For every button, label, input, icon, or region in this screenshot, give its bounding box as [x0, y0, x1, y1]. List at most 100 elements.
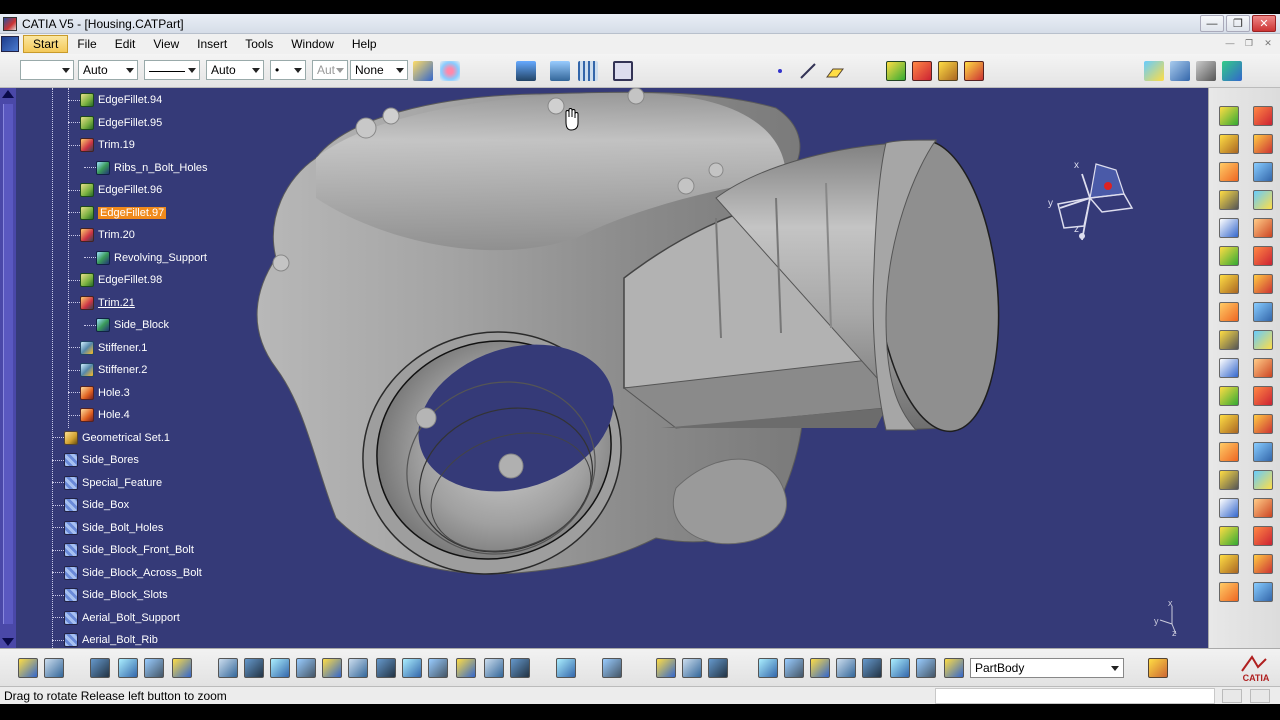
translate-icon[interactable] — [1219, 386, 1239, 406]
close-button[interactable]: ✕ — [1252, 15, 1276, 32]
pad-icon[interactable] — [886, 61, 906, 81]
shaft-icon[interactable] — [1219, 134, 1239, 154]
painter-icon[interactable] — [413, 61, 433, 81]
active-body-select[interactable]: PartBody — [970, 658, 1124, 678]
zoom-in-icon[interactable] — [322, 658, 342, 678]
draft-icon[interactable] — [1219, 274, 1239, 294]
properties-icon[interactable] — [440, 61, 460, 81]
constraint-icon[interactable] — [1219, 554, 1239, 574]
tree-node[interactable]: Trim.19 — [68, 136, 135, 154]
pocket-icon[interactable] — [1253, 106, 1273, 126]
comment-icon[interactable] — [44, 658, 64, 678]
edges-icon[interactable] — [510, 658, 530, 678]
doc-restore-button[interactable]: ❐ — [1241, 36, 1257, 50]
remove-icon[interactable] — [1219, 498, 1239, 518]
tree-node[interactable]: Special_Feature — [52, 474, 162, 492]
swap-icon[interactable] — [602, 658, 622, 678]
measure-icon[interactable] — [708, 658, 728, 678]
groove-icon[interactable] — [964, 61, 984, 81]
aut-select[interactable]: Aut — [312, 60, 348, 80]
iso-view-icon[interactable] — [402, 658, 422, 678]
fit-all-icon[interactable] — [613, 61, 633, 81]
sketch-icon[interactable] — [1219, 582, 1239, 602]
menu-insert[interactable]: Insert — [188, 34, 236, 54]
shell-icon[interactable] — [1253, 274, 1273, 294]
scroll-down-icon[interactable] — [2, 638, 14, 646]
tree-node[interactable]: Revolving_Support — [84, 249, 207, 267]
zoom-out-icon[interactable] — [348, 658, 368, 678]
tree-node[interactable]: Geometrical Set.1 — [52, 429, 170, 447]
pattern-icon[interactable] — [1219, 442, 1239, 462]
hole-icon[interactable] — [1219, 162, 1239, 182]
menu-window[interactable]: Window — [282, 34, 343, 54]
groove-icon[interactable] — [1253, 134, 1273, 154]
chamfer-icon[interactable] — [1253, 246, 1273, 266]
fillet-icon[interactable] — [1219, 246, 1239, 266]
catalog-icon[interactable] — [144, 658, 164, 678]
fit-icon[interactable] — [172, 658, 192, 678]
tree-node[interactable]: Side_Box — [52, 496, 129, 514]
status-button-2[interactable] — [1250, 689, 1270, 703]
shading-icon[interactable] — [484, 658, 504, 678]
tree-node[interactable]: EdgeFillet.94 — [68, 91, 162, 109]
formula-icon[interactable] — [18, 658, 38, 678]
design-table-icon[interactable] — [118, 658, 138, 678]
minimize-button[interactable]: — — [1200, 15, 1224, 32]
menu-file[interactable]: File — [68, 34, 105, 54]
tree-node[interactable]: Hole.4 — [68, 406, 130, 424]
mask-icon[interactable] — [784, 658, 804, 678]
law-icon[interactable] — [1196, 61, 1216, 81]
tree-node[interactable]: EdgeFillet.98 — [68, 271, 162, 289]
multi-section-icon[interactable] — [1219, 218, 1239, 238]
update-icon[interactable] — [656, 658, 676, 678]
tree-node[interactable]: Stiffener.2 — [68, 361, 147, 379]
maximize-button[interactable]: ❐ — [1226, 15, 1250, 32]
none-select[interactable]: None — [350, 60, 408, 80]
menu-view[interactable]: View — [144, 34, 188, 54]
doc-close-button[interactable]: ✕ — [1260, 36, 1276, 50]
union-trim-icon[interactable] — [1219, 526, 1239, 546]
power-input-field[interactable] — [935, 688, 1215, 704]
measure-icon[interactable] — [1253, 554, 1273, 574]
thick-surface-icon[interactable] — [1253, 330, 1273, 350]
mirror-icon[interactable] — [1253, 414, 1273, 434]
snapshot-icon[interactable] — [758, 658, 778, 678]
render-icon[interactable] — [456, 658, 476, 678]
list-icon[interactable] — [916, 658, 936, 678]
sketch-tool-icon[interactable] — [944, 658, 964, 678]
linetype-select[interactable]: Auto — [78, 60, 138, 80]
point-select[interactable]: • — [270, 60, 306, 80]
tree-node[interactable]: Side_Block — [84, 316, 169, 334]
menu-edit[interactable]: Edit — [106, 34, 145, 54]
scroll-thumb[interactable] — [3, 104, 13, 624]
scroll-up-icon[interactable] — [2, 90, 14, 98]
shaft-icon[interactable] — [938, 61, 958, 81]
pad-icon[interactable] — [1219, 106, 1239, 126]
rib-icon[interactable] — [1253, 162, 1273, 182]
formula-icon[interactable] — [1170, 61, 1190, 81]
symmetry-icon[interactable] — [1219, 414, 1239, 434]
tree-node[interactable]: Ribs_n_Bolt_Holes — [84, 159, 208, 177]
compass-widget[interactable]: x y z — [1046, 156, 1146, 246]
view-modes-icon[interactable] — [428, 658, 448, 678]
line-icon[interactable] — [798, 61, 818, 81]
tree-node[interactable]: Side_Block_Slots — [52, 586, 168, 604]
tree-node[interactable]: Side_Bores — [52, 451, 139, 469]
analysis-icon[interactable] — [862, 658, 882, 678]
workbench-icon[interactable] — [1148, 658, 1168, 678]
close-surface-icon[interactable] — [1219, 358, 1239, 378]
knowledge-icon[interactable] — [1144, 61, 1164, 81]
lineweight-select[interactable] — [144, 60, 200, 80]
point-icon[interactable] — [775, 61, 785, 81]
scene-icon[interactable] — [218, 658, 238, 678]
rotate-icon[interactable] — [296, 658, 316, 678]
grid-icon[interactable] — [578, 61, 598, 81]
slot-icon[interactable] — [1219, 190, 1239, 210]
analysis-icon[interactable] — [550, 61, 570, 81]
stiffener-icon[interactable] — [1253, 190, 1273, 210]
document-menu-icon[interactable] — [1, 36, 19, 52]
tree-node[interactable]: Side_Block_Front_Bolt — [52, 541, 194, 559]
tree-node[interactable]: EdgeFillet.95 — [68, 114, 162, 132]
doc-minimize-button[interactable]: — — [1222, 36, 1238, 50]
tolerance-icon[interactable] — [890, 658, 910, 678]
